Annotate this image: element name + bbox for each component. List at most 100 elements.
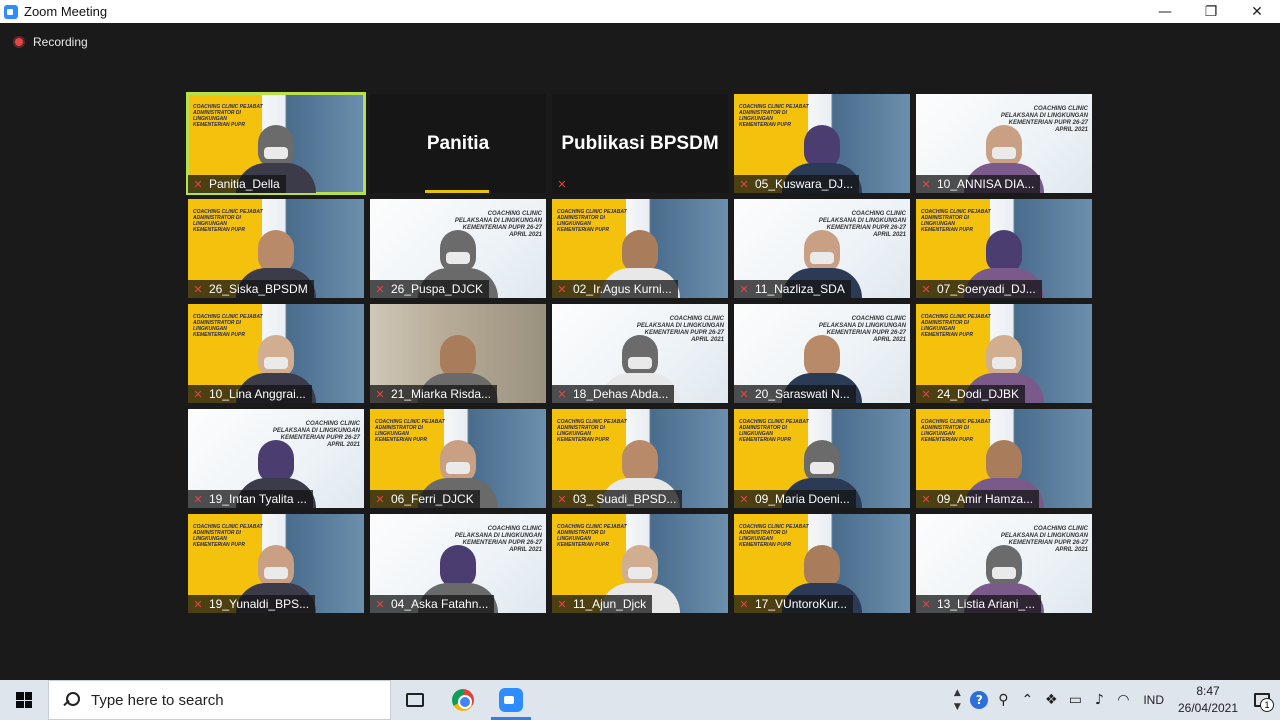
participant-tile[interactable]: COACHING CLINIC PELAKSANA DI LINGKUNGAN … <box>916 514 1092 613</box>
help-icon: ? <box>970 691 989 709</box>
chevron-up-icon: ▲ <box>953 688 961 698</box>
battery-tray-button[interactable]: ▭ <box>1063 680 1087 720</box>
participant-tile[interactable]: COACHING CLINIC PEJABAT ADMINISTRATOR DI… <box>188 514 364 613</box>
speaker-icon: ♪ <box>1094 692 1104 708</box>
participant-tile[interactable]: COACHING CLINIC PELAKSANA DI LINGKUNGAN … <box>552 304 728 403</box>
mic-off-icon: ✕ <box>921 282 931 296</box>
participant-tile[interactable]: ✕ 21_Miarka Risda... <box>370 304 546 403</box>
speaking-indicator <box>425 190 489 193</box>
mic-off-icon: ✕ <box>739 282 749 296</box>
mic-off-icon: ✕ <box>557 492 567 506</box>
wifi-tray-button[interactable]: ◠ <box>1111 680 1135 720</box>
participant-tile[interactable]: COACHING CLINIC PELAKSANA DI LINGKUNGAN … <box>916 94 1092 193</box>
participant-name: 18_Dehas Abda... <box>573 387 669 401</box>
participant-name: 05_Kuswara_DJ... <box>755 177 854 191</box>
participant-name: 26_Siska_BPSDM <box>209 282 308 296</box>
participant-name-bar: ✕ 19_Intan Tyalita ... <box>188 490 313 508</box>
participant-name-bar: ✕ 07_Soeryadi_DJ... <box>916 280 1042 298</box>
search-icon <box>61 691 80 709</box>
participant-tile[interactable]: COACHING CLINIC PEJABAT ADMINISTRATOR DI… <box>552 409 728 508</box>
zoom-taskbar-button[interactable] <box>487 680 535 720</box>
participant-tile[interactable]: COACHING CLINIC PEJABAT ADMINISTRATOR DI… <box>370 409 546 508</box>
window-title: Zoom Meeting <box>24 4 108 19</box>
participant-name: Panitia_Della <box>209 177 280 191</box>
battery-icon: ▭ <box>1068 692 1082 708</box>
taskbar-search[interactable]: Type here to search <box>48 680 391 720</box>
participant-name-bar: ✕ 11_Nazliza_SDA <box>734 280 851 298</box>
clock-date: 26/04/2021 <box>1177 701 1239 715</box>
mic-off-icon: ✕ <box>921 597 931 611</box>
participant-name-bar: ✕ 20_Saraswati N... <box>734 385 856 403</box>
participant-name-bar: ✕ 05_Kuswara_DJ... <box>734 175 860 193</box>
participant-tile[interactable]: Publikasi BPSDM ✕ <box>552 94 728 193</box>
mic-off-icon: ✕ <box>557 387 567 401</box>
participant-tile[interactable]: COACHING CLINIC PEJABAT ADMINISTRATOR DI… <box>734 409 910 508</box>
participant-tile[interactable]: COACHING CLINIC PEJABAT ADMINISTRATOR DI… <box>552 199 728 298</box>
participant-name: 20_Saraswati N... <box>755 387 850 401</box>
people-tray-button[interactable]: ⚲ <box>991 680 1015 720</box>
close-button[interactable]: ✕ <box>1234 0 1280 23</box>
dropbox-tray-button[interactable]: ❖ <box>1039 680 1063 720</box>
language-indicator[interactable]: IND <box>1135 693 1172 707</box>
participant-name: 21_Miarka Risda... <box>391 387 492 401</box>
tray-scroll[interactable]: ▲ ▼ <box>947 686 967 714</box>
people-icon: ⚲ <box>998 692 1009 708</box>
participant-tile[interactable]: Panitia <box>370 94 546 193</box>
chevron-down-icon: ▼ <box>953 702 961 712</box>
participant-tile[interactable]: COACHING CLINIC PELAKSANA DI LINGKUNGAN … <box>188 409 364 508</box>
chrome-taskbar-button[interactable] <box>439 680 487 720</box>
participant-tile[interactable]: COACHING CLINIC PEJABAT ADMINISTRATOR DI… <box>916 199 1092 298</box>
clock[interactable]: 8:47 26/04/2021 <box>1172 683 1244 717</box>
start-button[interactable] <box>0 680 48 720</box>
participant-name-bar: ✕ 10_ANNISA DIA... <box>916 175 1041 193</box>
participant-tile[interactable]: COACHING CLINIC PELAKSANA DI LINGKUNGAN … <box>734 199 910 298</box>
show-hidden-icons-button[interactable]: ⌃ <box>1015 680 1039 720</box>
participant-name-bar: ✕ 13_Listia Ariani_... <box>916 595 1042 613</box>
restore-button[interactable]: ❐ <box>1188 0 1234 23</box>
participant-tile[interactable]: COACHING CLINIC PEJABAT ADMINISTRATOR DI… <box>734 94 910 193</box>
participant-name: 24_Dodi_DJBK <box>937 387 1020 401</box>
volume-tray-button[interactable]: ♪ <box>1087 680 1111 720</box>
participant-name-bar: ✕ 17_VUntoroKur... <box>734 595 854 613</box>
participant-name: 19_Yunaldi_BPS... <box>209 597 310 611</box>
mic-off-icon: ✕ <box>739 597 749 611</box>
participant-name-bar: ✕ 06_Ferri_DJCK <box>370 490 480 508</box>
participant-name-bar: ✕ 19_Yunaldi_BPS... <box>188 595 316 613</box>
mic-off-icon: ✕ <box>921 387 931 401</box>
participant-tile[interactable]: COACHING CLINIC PELAKSANA DI LINGKUNGAN … <box>370 514 546 613</box>
participant-name-bar: ✕ 03_ Suadi_BPSD... <box>552 490 683 508</box>
participant-name: 03_ Suadi_BPSD... <box>573 492 677 506</box>
participant-tile[interactable]: COACHING CLINIC PEJABAT ADMINISTRATOR DI… <box>188 304 364 403</box>
mic-off-icon: ✕ <box>193 492 203 506</box>
zoom-icon <box>499 688 523 712</box>
participant-name-bar: ✕ 10_Lina Anggrai... <box>188 385 312 403</box>
task-view-button[interactable] <box>391 680 439 720</box>
recording-indicator[interactable]: Recording <box>13 35 88 49</box>
participant-name-bar: ✕ 24_Dodi_DJBK <box>916 385 1026 403</box>
participant-name: 10_Lina Anggrai... <box>209 387 306 401</box>
help-tray-button[interactable]: ? <box>967 680 991 720</box>
participant-name: 02_Ir.Agus Kurni... <box>573 282 672 296</box>
participant-tile[interactable]: COACHING CLINIC PEJABAT ADMINISTRATOR DI… <box>734 514 910 613</box>
participant-tile[interactable]: COACHING CLINIC PELAKSANA DI LINGKUNGAN … <box>370 199 546 298</box>
windows-taskbar: Type here to search ▲ ▼ ? ⚲ ⌃ ❖ ▭ ♪ ◠ IND… <box>0 680 1280 720</box>
mic-off-icon: ✕ <box>557 597 567 611</box>
search-placeholder: Type here to search <box>91 691 224 709</box>
participant-tile[interactable]: COACHING CLINIC PEJABAT ADMINISTRATOR DI… <box>916 304 1092 403</box>
recording-label: Recording <box>33 35 88 49</box>
participant-name-bar: ✕ 11_Ajun_Djck <box>552 595 653 613</box>
participant-tile[interactable]: COACHING CLINIC PEJABAT ADMINISTRATOR DI… <box>552 514 728 613</box>
action-center-button[interactable]: 1 <box>1244 680 1280 720</box>
participant-name-large: Publikasi BPSDM <box>561 132 719 154</box>
system-tray: ▲ ▼ ? ⚲ ⌃ ❖ ▭ ♪ ◠ IND 8:47 26/04/2021 1 <box>947 680 1280 720</box>
participant-tile[interactable]: COACHING CLINIC PEJABAT ADMINISTRATOR DI… <box>186 92 366 195</box>
participant-name: 06_Ferri_DJCK <box>391 492 474 506</box>
participant-tile[interactable]: COACHING CLINIC PEJABAT ADMINISTRATOR DI… <box>188 199 364 298</box>
participant-tile[interactable]: COACHING CLINIC PELAKSANA DI LINGKUNGAN … <box>734 304 910 403</box>
minimize-button[interactable]: — <box>1142 0 1188 23</box>
participant-name-bar: ✕ <box>552 175 579 193</box>
mic-off-icon: ✕ <box>921 177 931 191</box>
participant-tile[interactable]: COACHING CLINIC PEJABAT ADMINISTRATOR DI… <box>916 409 1092 508</box>
participant-name: 09_Amir Hamza... <box>937 492 1034 506</box>
chrome-icon <box>452 689 474 711</box>
